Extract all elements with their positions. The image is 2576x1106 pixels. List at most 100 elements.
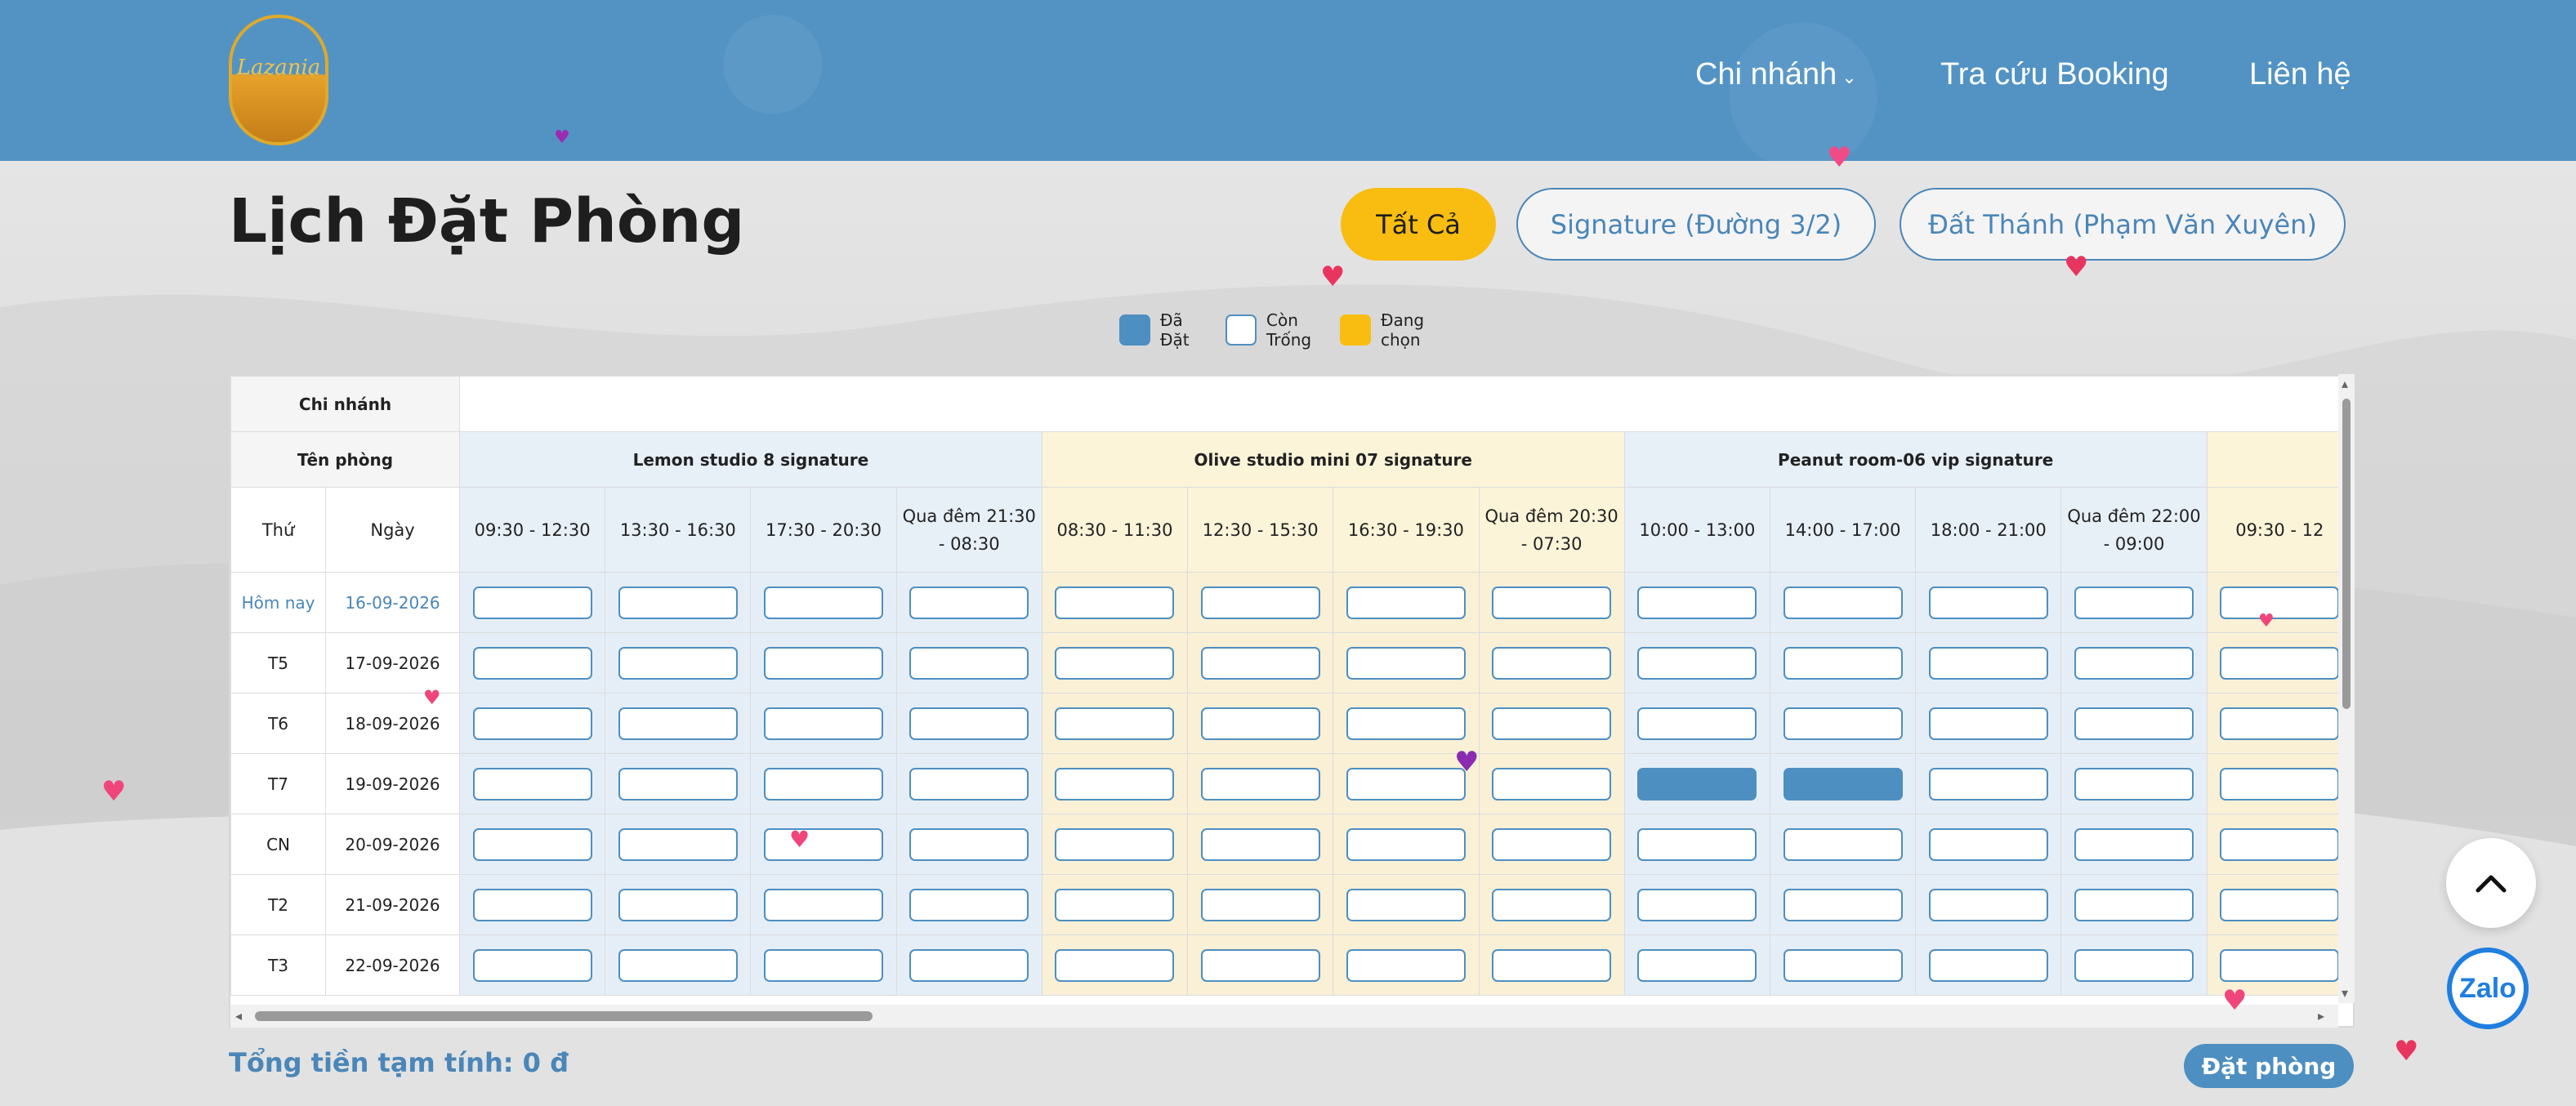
available-slot[interactable] — [764, 586, 884, 619]
available-slot[interactable] — [2220, 646, 2340, 680]
available-slot[interactable] — [1055, 888, 1175, 921]
available-slot[interactable] — [1928, 767, 2048, 801]
available-slot[interactable] — [1783, 586, 1903, 619]
available-slot[interactable] — [1783, 646, 1903, 680]
available-slot[interactable] — [1346, 707, 1466, 740]
available-slot[interactable] — [472, 707, 592, 740]
available-slot[interactable] — [2220, 586, 2340, 619]
available-slot[interactable] — [1492, 646, 1612, 680]
available-slot[interactable] — [472, 586, 592, 619]
available-slot[interactable] — [618, 646, 738, 680]
available-slot[interactable] — [472, 767, 592, 801]
available-slot[interactable] — [2220, 707, 2340, 740]
available-slot[interactable] — [1783, 888, 1903, 921]
vertical-scroll-thumb[interactable] — [2342, 399, 2351, 709]
available-slot[interactable] — [1492, 827, 1612, 861]
available-slot[interactable] — [2074, 948, 2194, 982]
available-slot[interactable] — [472, 827, 592, 861]
available-slot[interactable] — [618, 767, 738, 801]
available-slot[interactable] — [1492, 767, 1612, 801]
available-slot[interactable] — [472, 948, 592, 982]
available-slot[interactable] — [1200, 707, 1320, 740]
available-slot[interactable] — [2220, 888, 2340, 921]
available-slot[interactable] — [1637, 888, 1757, 921]
available-slot[interactable] — [1200, 586, 1320, 619]
available-slot[interactable] — [764, 827, 884, 861]
scroll-right-arrow-icon[interactable]: ▸ — [2318, 1008, 2324, 1023]
available-slot[interactable] — [1492, 707, 1612, 740]
available-slot[interactable] — [764, 888, 884, 921]
available-slot[interactable] — [1200, 948, 1320, 982]
available-slot[interactable] — [2220, 767, 2340, 801]
available-slot[interactable] — [1637, 707, 1757, 740]
available-slot[interactable] — [764, 948, 884, 982]
available-slot[interactable] — [2074, 707, 2194, 740]
available-slot[interactable] — [1346, 646, 1466, 680]
horizontal-scrollbar[interactable]: ◂ ▸ — [230, 1005, 2338, 1028]
available-slot[interactable] — [909, 888, 1029, 921]
zalo-chat-button[interactable]: Zalo — [2447, 948, 2529, 1029]
available-slot[interactable] — [909, 948, 1029, 982]
available-slot[interactable] — [1783, 707, 1903, 740]
available-slot[interactable] — [1055, 827, 1175, 861]
schedule-table-container[interactable]: Chi nhánh Tên phòng Lemon studio 8 signa… — [229, 374, 2355, 1028]
available-slot[interactable] — [1346, 586, 1466, 619]
filter-dat-thanh-button[interactable]: Đất Thánh (Phạm Văn Xuyên) — [1900, 188, 2346, 261]
filter-all-button[interactable]: Tất Cả — [1341, 188, 1496, 261]
available-slot[interactable] — [2074, 767, 2194, 801]
available-slot[interactable] — [909, 646, 1029, 680]
available-slot[interactable] — [2074, 646, 2194, 680]
available-slot[interactable] — [1637, 948, 1757, 982]
available-slot[interactable] — [1055, 948, 1175, 982]
available-slot[interactable] — [2074, 586, 2194, 619]
available-slot[interactable] — [2074, 888, 2194, 921]
available-slot[interactable] — [1346, 888, 1466, 921]
filter-signature-button[interactable]: Signature (Đường 3/2) — [1516, 188, 1876, 261]
available-slot[interactable] — [1783, 948, 1903, 982]
horizontal-scroll-thumb[interactable] — [255, 1011, 873, 1021]
scroll-down-arrow-icon[interactable]: ▾ — [2342, 985, 2348, 1001]
nav-booking-lookup[interactable]: Tra cứu Booking — [1940, 57, 2169, 92]
available-slot[interactable] — [2220, 827, 2340, 861]
available-slot[interactable] — [472, 646, 592, 680]
vertical-scrollbar[interactable]: ▴ ▾ — [2338, 374, 2355, 1003]
scroll-up-arrow-icon[interactable]: ▴ — [2342, 376, 2348, 391]
available-slot[interactable] — [909, 707, 1029, 740]
available-slot[interactable] — [764, 707, 884, 740]
available-slot[interactable] — [1928, 646, 2048, 680]
available-slot[interactable] — [618, 707, 738, 740]
available-slot[interactable] — [472, 888, 592, 921]
available-slot[interactable] — [764, 767, 884, 801]
available-slot[interactable] — [1492, 888, 1612, 921]
available-slot[interactable] — [1928, 948, 2048, 982]
available-slot[interactable] — [909, 827, 1029, 861]
available-slot[interactable] — [1637, 646, 1757, 680]
book-button[interactable]: Đặt phòng — [2184, 1044, 2354, 1088]
available-slot[interactable] — [1492, 586, 1612, 619]
available-slot[interactable] — [1346, 827, 1466, 861]
available-slot[interactable] — [1055, 586, 1175, 619]
available-slot[interactable] — [1637, 586, 1757, 619]
brand-logo[interactable]: Lazania — [229, 15, 328, 145]
nav-branches[interactable]: Chi nhánh ⌄ — [1695, 57, 1857, 92]
available-slot[interactable] — [909, 767, 1029, 801]
back-to-top-button[interactable] — [2446, 838, 2536, 928]
available-slot[interactable] — [1200, 646, 1320, 680]
available-slot[interactable] — [909, 586, 1029, 619]
available-slot[interactable] — [1637, 827, 1757, 861]
available-slot[interactable] — [618, 948, 738, 982]
available-slot[interactable] — [1928, 827, 2048, 861]
available-slot[interactable] — [618, 586, 738, 619]
available-slot[interactable] — [1200, 827, 1320, 861]
available-slot[interactable] — [1055, 767, 1175, 801]
available-slot[interactable] — [1928, 707, 2048, 740]
available-slot[interactable] — [1783, 827, 1903, 861]
available-slot[interactable] — [1346, 767, 1466, 801]
available-slot[interactable] — [1492, 948, 1612, 982]
scroll-left-arrow-icon[interactable]: ◂ — [235, 1008, 242, 1023]
available-slot[interactable] — [618, 888, 738, 921]
available-slot[interactable] — [1200, 888, 1320, 921]
available-slot[interactable] — [1200, 767, 1320, 801]
nav-contact[interactable]: Liên hệ — [2249, 57, 2351, 92]
available-slot[interactable] — [1928, 888, 2048, 921]
